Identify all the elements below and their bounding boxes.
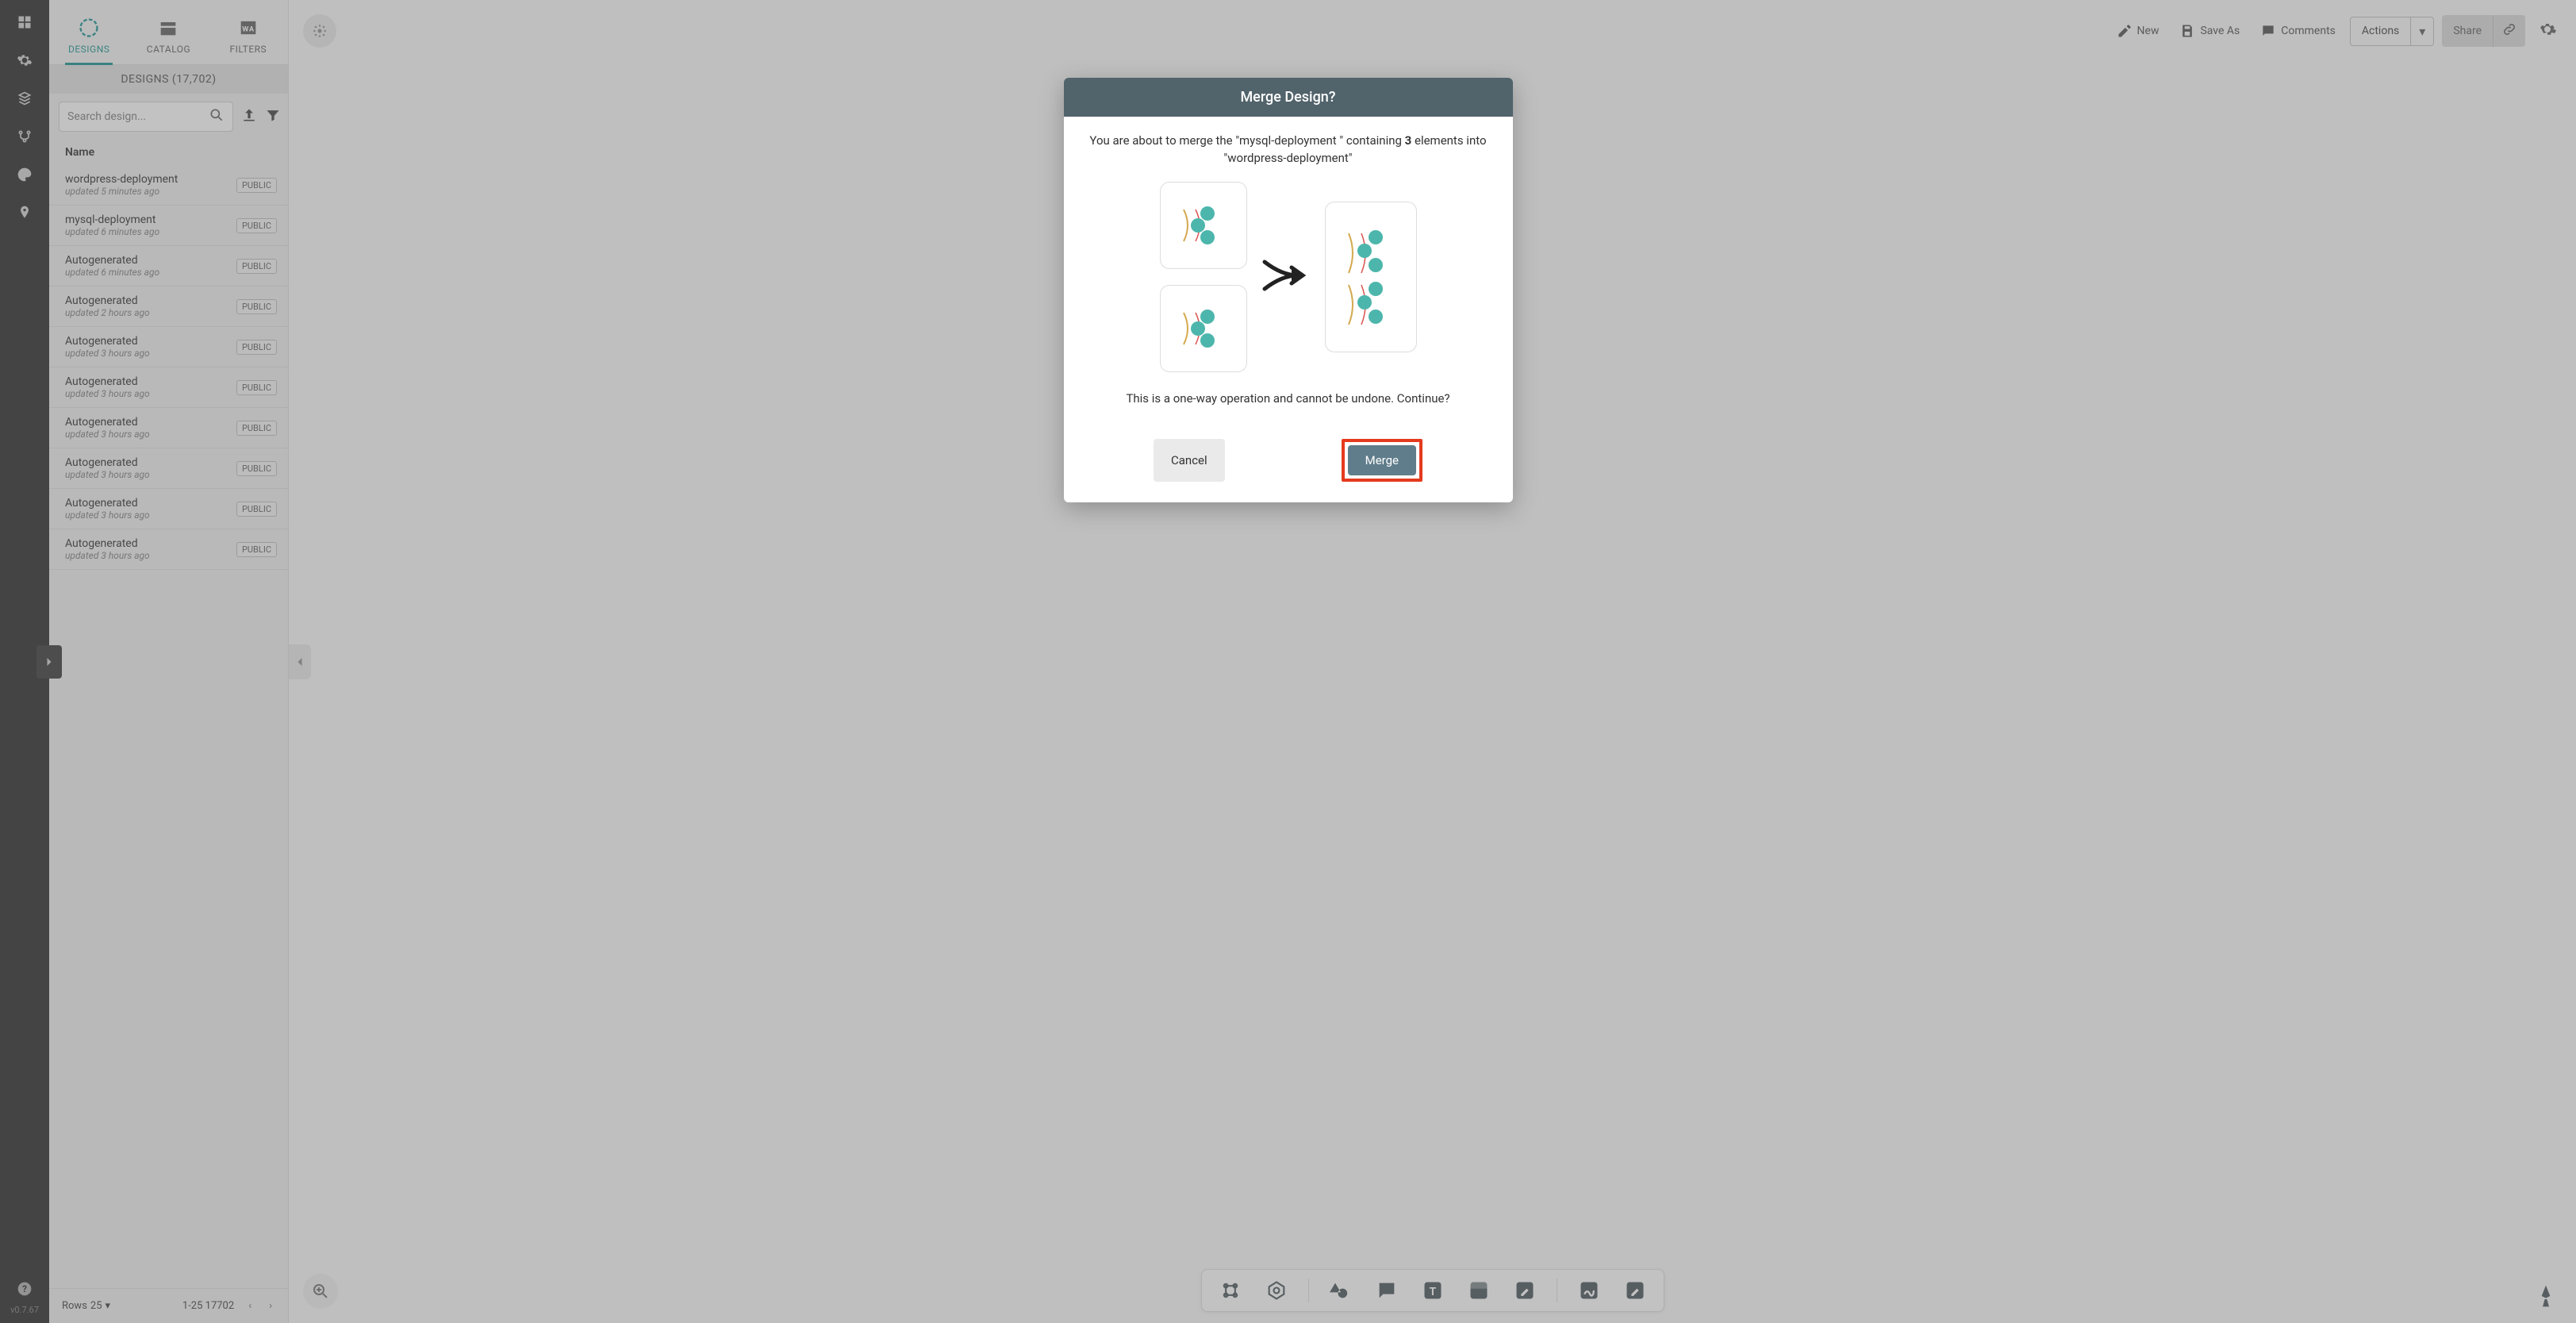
cancel-button[interactable]: Cancel: [1154, 439, 1225, 482]
merge-graphic: [1086, 182, 1491, 372]
merge-highlight: Merge: [1342, 439, 1422, 482]
modal-message: You are about to merge the "mysql-deploy…: [1086, 133, 1491, 167]
modal-overlay[interactable]: Merge Design? You are about to merge the…: [0, 0, 2576, 1323]
merge-source-card-1: [1160, 182, 1247, 269]
modal-warning: This is a one-way operation and cannot b…: [1086, 391, 1491, 406]
merge-arrow-icon: [1258, 248, 1314, 306]
merge-button[interactable]: Merge: [1348, 445, 1416, 475]
merge-modal: Merge Design? You are about to merge the…: [1064, 78, 1513, 502]
modal-title: Merge Design?: [1064, 78, 1513, 117]
merge-source-card-2: [1160, 285, 1247, 372]
merge-target-card: [1325, 202, 1417, 352]
